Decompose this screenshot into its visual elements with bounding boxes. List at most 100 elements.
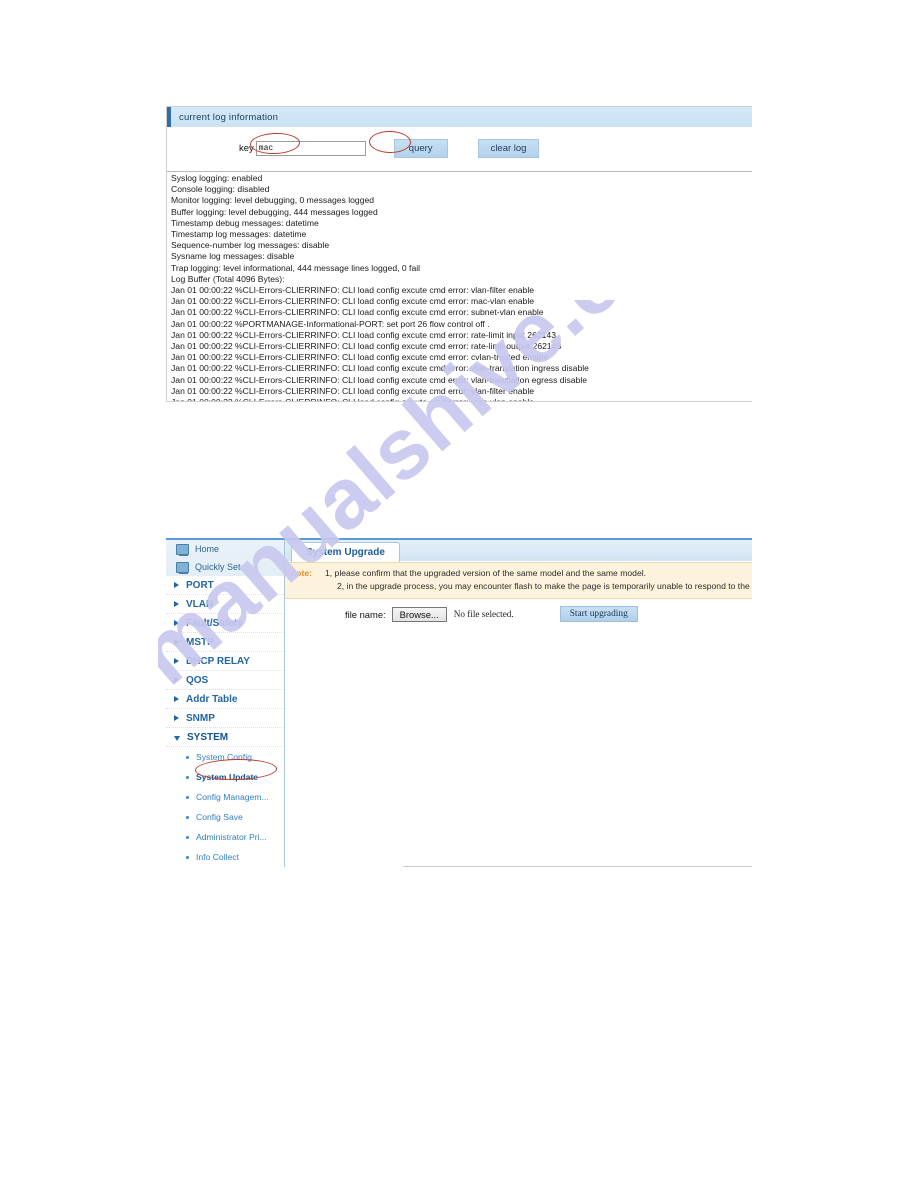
- monitor-icon: [176, 561, 189, 574]
- log-line: Jan 01 00:00:22 %CLI-Errors-CLIERRINFO: …: [171, 385, 535, 396]
- browse-button[interactable]: Browse...: [391, 606, 447, 622]
- sidebar-item-label: Quickly Set: [195, 562, 241, 572]
- log-panel-title: current log information: [179, 111, 279, 123]
- sidebar-group-label: SNMP: [186, 712, 215, 724]
- sidebar-group-addr-table[interactable]: Addr Table: [166, 690, 284, 709]
- sidebar-group-label: MSTP: [186, 636, 214, 648]
- sidebar-item-label: System Update: [196, 772, 259, 782]
- sidebar-item-administrator-pri[interactable]: Administrator Pri...: [166, 827, 284, 847]
- note-line-2: 2, in the upgrade process, you may encou…: [337, 581, 752, 591]
- log-line: Jan 01 00:00:22 %CLI-Errors-CLIERRINFO: …: [171, 296, 535, 307]
- sidebar-item-label: Home: [195, 544, 220, 554]
- sidebar-group-label: Fault/Safety: [186, 617, 243, 629]
- sidebar-groups: PORT VLAN Fault/Safety MSTP DHCP RELAY QOS Add…: [166, 576, 284, 747]
- chevron-right-icon: [174, 620, 179, 626]
- log-line: Console logging: disabled: [171, 184, 270, 195]
- sidebar-group-mstp[interactable]: MSTP: [166, 633, 284, 652]
- log-line: Timestamp debug messages: datetime: [171, 217, 319, 228]
- log-line: Jan 01 00:00:22 %CLI-Errors-CLIERRINFO: …: [171, 341, 562, 352]
- log-line: Jan 01 00:00:22 %CLI-Errors-CLIERRINFO: …: [171, 363, 589, 374]
- file-upload-row: file name: Browse... No file selected. S…: [285, 599, 752, 629]
- sidebar-group-label: PORT: [186, 579, 214, 591]
- chevron-right-icon: [174, 658, 179, 664]
- log-line: Sysname log messages: disable: [171, 251, 295, 262]
- sidebar-item-label: Config Managem...: [196, 792, 269, 802]
- bullet-icon: [186, 835, 189, 839]
- sidebar-item-info-collect[interactable]: Info Collect: [166, 847, 284, 867]
- key-input[interactable]: [255, 140, 366, 156]
- log-toolbar: key query clear log: [167, 127, 752, 169]
- tab-strip: System Upgrade: [285, 540, 752, 562]
- current-log-information-panel: current log information key query clear …: [166, 106, 752, 402]
- sidebar-group-label: SYSTEM: [187, 731, 229, 743]
- log-line: Sequence-number log messages: disable: [171, 240, 330, 251]
- sidebar-icon-items: Home Quickly Set: [166, 540, 284, 576]
- log-line: Monitor logging: level debugging, 0 mess…: [171, 195, 375, 206]
- sidebar-item-quickly-set[interactable]: Quickly Set: [166, 558, 284, 576]
- sidebar-group-label: QOS: [186, 674, 209, 686]
- log-line: Buffer logging: level debugging, 444 mes…: [171, 206, 378, 217]
- log-panel-header: current log information: [167, 107, 752, 127]
- chevron-right-icon: [174, 582, 179, 588]
- sidebar-item-label: Info Collect: [196, 852, 239, 862]
- bullet-icon: [186, 775, 189, 779]
- sidebar-item-config-managem[interactable]: Config Managem...: [166, 787, 284, 807]
- bullet-icon: [186, 815, 189, 819]
- sidebar-item-label: System Config: [196, 752, 252, 762]
- log-output-text: Syslog logging: enabled Console logging: …: [167, 173, 589, 401]
- sidebar-group-port[interactable]: PORT: [166, 576, 284, 595]
- bullet-icon: [186, 855, 189, 859]
- sidebar-item-label: Config Save: [196, 812, 243, 822]
- sidebar-group-fault-safety[interactable]: Fault/Safety: [166, 614, 284, 633]
- chevron-right-icon: [174, 696, 179, 702]
- log-separator: [167, 171, 752, 172]
- note-box: note: 1, please confirm that the upgraded…: [285, 562, 752, 599]
- log-line: Jan 01 00:00:22 %CLI-Errors-CLIERRINFO: …: [171, 374, 588, 385]
- start-upgrading-button[interactable]: Start upgrading: [559, 606, 638, 622]
- chevron-down-icon: [174, 735, 180, 741]
- no-file-selected-text: No file selected.: [453, 609, 514, 619]
- log-line: Syslog logging: enabled: [171, 173, 263, 183]
- chevron-right-icon: [174, 601, 179, 607]
- navigation-sidebar: Home Quickly Set PORT VLAN Fault/Safety MSTP…: [166, 540, 285, 867]
- log-line: Jan 01 00:00:22 %CLI-Errors-CLIERRINFO: …: [171, 285, 535, 296]
- sidebar-group-snmp[interactable]: SNMP: [166, 709, 284, 728]
- bullet-icon: [186, 755, 189, 759]
- log-line: Trap logging: level informational, 444 m…: [171, 262, 421, 273]
- sidebar-item-config-save[interactable]: Config Save: [166, 807, 284, 827]
- query-button[interactable]: query: [393, 138, 448, 158]
- sidebar-group-qos[interactable]: QOS: [166, 671, 284, 690]
- upgrade-content-area: System Upgrade note: 1, please confirm th…: [285, 540, 752, 867]
- sidebar-group-label: DHCP RELAY: [186, 655, 250, 667]
- log-line: Jan 01 00:00:22 %CLI-Errors-CLIERRINFO: …: [171, 307, 544, 318]
- log-line: Jan 01 00:00:22 %CLI-Errors-CLIERRINFO: …: [171, 329, 556, 340]
- sidebar-group-label: Addr Table: [186, 693, 238, 705]
- system-upgrade-panel: Home Quickly Set PORT VLAN Fault/Safety MSTP…: [166, 538, 752, 867]
- note-line-1: 1, please confirm that the upgraded vers…: [325, 568, 647, 578]
- sidebar-group-system[interactable]: SYSTEM: [166, 728, 284, 747]
- chevron-right-icon: [174, 639, 179, 645]
- sidebar-group-dhcp-relay[interactable]: DHCP RELAY: [166, 652, 284, 671]
- document-page: current log information key query clear …: [0, 0, 918, 1188]
- chevron-right-icon: [174, 715, 179, 721]
- log-bottom-rule: [167, 401, 752, 402]
- sidebar-item-label: Administrator Pri...: [196, 832, 267, 842]
- clear-log-button[interactable]: clear log: [477, 138, 540, 158]
- upgrade-panel-bottom-rule: [403, 866, 752, 867]
- sidebar-item-home[interactable]: Home: [166, 540, 284, 558]
- tab-system-upgrade[interactable]: System Upgrade: [291, 542, 400, 562]
- sidebar-group-vlan[interactable]: VLAN: [166, 595, 284, 614]
- monitor-icon: [176, 543, 189, 556]
- sidebar-item-system-config[interactable]: System Config: [166, 747, 284, 767]
- sidebar-item-system-update[interactable]: System Update: [166, 767, 284, 787]
- key-label: key: [239, 142, 254, 154]
- log-line: Log Buffer (Total 4096 Bytes):: [171, 273, 285, 284]
- sidebar-group-label: VLAN: [186, 598, 214, 610]
- note-label: note:: [291, 568, 313, 578]
- log-line: Jan 01 00:00:22 %PORTMANAGE-Informationa…: [171, 318, 490, 329]
- log-line: Timestamp log messages: datetime: [171, 229, 307, 240]
- log-line: Jan 01 00:00:22 %CLI-Errors-CLIERRINFO: …: [171, 352, 549, 363]
- bullet-icon: [186, 795, 189, 799]
- file-name-label: file name:: [345, 608, 386, 620]
- sidebar-system-submenu: System Config System Update Config Managem…: [166, 747, 284, 867]
